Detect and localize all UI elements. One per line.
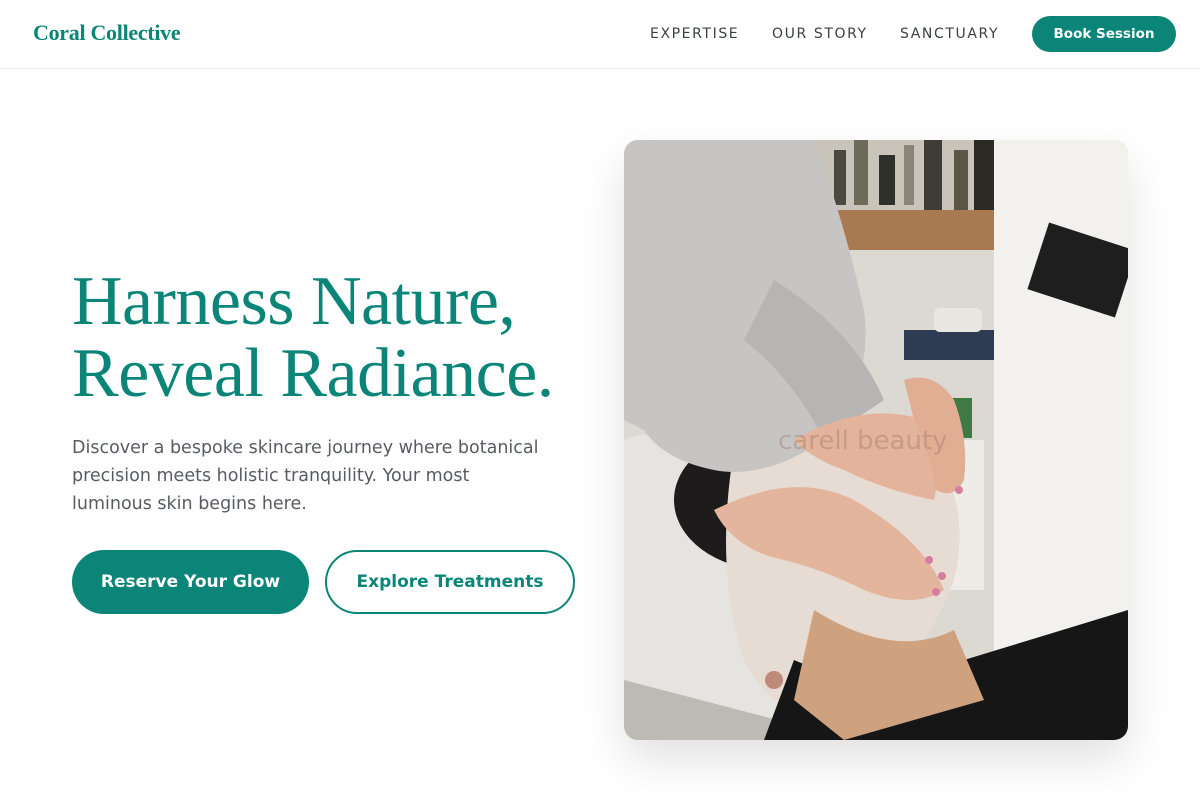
hero-headline-line-2: Reveal Radiance. — [72, 335, 554, 412]
hero-headline: Harness Nature, Reveal Radiance. — [72, 266, 612, 410]
nav-item-our-story[interactable]: OUR STORY — [772, 26, 868, 42]
image-watermark: carell beauty — [778, 426, 948, 456]
brand-logo[interactable]: Coral Collective — [33, 20, 181, 46]
hero-description: Discover a bespoke skincare journey wher… — [72, 438, 539, 514]
nav-item-expertise[interactable]: EXPERTISE — [650, 26, 739, 42]
nav-item-sanctuary[interactable]: SANCTUARY — [900, 26, 999, 42]
site-header: Coral Collective EXPERTISE OUR STORY SAN… — [0, 0, 1200, 69]
reserve-your-glow-button[interactable]: Reserve Your Glow — [72, 550, 309, 614]
hero-image: carell beauty — [624, 140, 1128, 740]
hero-headline-line-1: Harness Nature, — [72, 263, 516, 340]
explore-treatments-button[interactable]: Explore Treatments — [325, 550, 575, 614]
book-session-button[interactable]: Book Session — [1032, 16, 1176, 52]
